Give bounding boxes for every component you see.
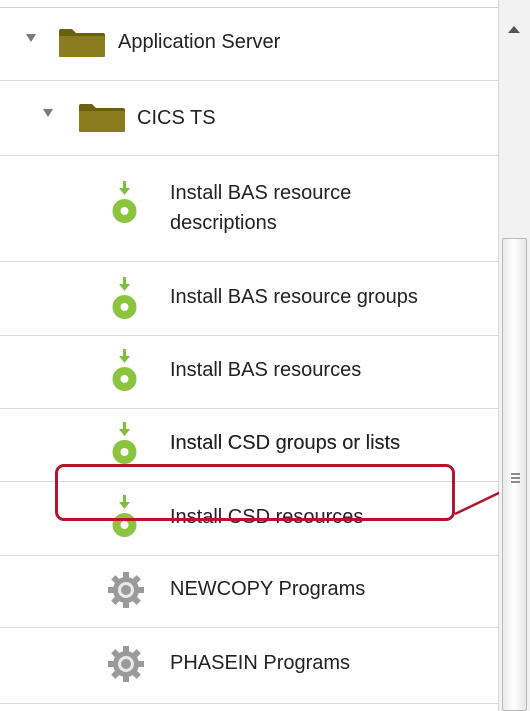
install-icon bbox=[112, 349, 137, 391]
tree-item-phasein-programs[interactable]: PHASEIN Programs bbox=[0, 628, 498, 704]
install-icon bbox=[112, 181, 137, 223]
tree-item-application-server[interactable]: Application Server bbox=[0, 8, 498, 81]
tree-item-label: Install BAS resources bbox=[170, 359, 362, 381]
tree-item-newcopy-programs[interactable]: NEWCOPY Programs bbox=[0, 556, 498, 628]
scroll-up-arrow-icon[interactable] bbox=[508, 26, 520, 33]
grip-line bbox=[511, 481, 520, 483]
tree-item-label: Install BAS resource groups bbox=[170, 286, 418, 308]
gear-icon bbox=[108, 646, 144, 682]
expand-chevron-icon[interactable] bbox=[43, 109, 53, 117]
tree-item-install-bas-resource-descriptions[interactable]: Install BAS resource descriptions bbox=[0, 156, 498, 262]
tree-item-label: descriptions bbox=[170, 212, 277, 234]
gear-icon bbox=[108, 572, 144, 608]
grip-line bbox=[511, 477, 520, 479]
install-icon bbox=[112, 277, 137, 319]
vertical-scrollbar[interactable] bbox=[499, 0, 530, 711]
tree-item-cics-ts[interactable]: CICS TS bbox=[0, 81, 498, 156]
grip-line bbox=[511, 473, 520, 475]
tree-item-label: NEWCOPY Programs bbox=[170, 578, 366, 600]
tree-item-label: PHASEIN Programs bbox=[170, 652, 351, 674]
expand-chevron-icon[interactable] bbox=[26, 34, 36, 42]
install-icon bbox=[112, 422, 137, 464]
tree-item-install-bas-resources[interactable]: Install BAS resources bbox=[0, 336, 498, 409]
scrollbar-thumb[interactable] bbox=[502, 238, 527, 711]
highlight-box bbox=[55, 464, 455, 521]
tree-item-install-bas-resource-groups[interactable]: Install BAS resource groups bbox=[0, 262, 498, 336]
tree-item-label: CICS TS bbox=[137, 107, 216, 129]
tree-item-label: Install BAS resource bbox=[170, 182, 352, 204]
tree-item-label: Install CSD groups or lists bbox=[170, 432, 401, 454]
folder-icon bbox=[79, 104, 125, 132]
tree-item-label: Application Server bbox=[118, 31, 281, 53]
folder-icon bbox=[59, 29, 105, 57]
